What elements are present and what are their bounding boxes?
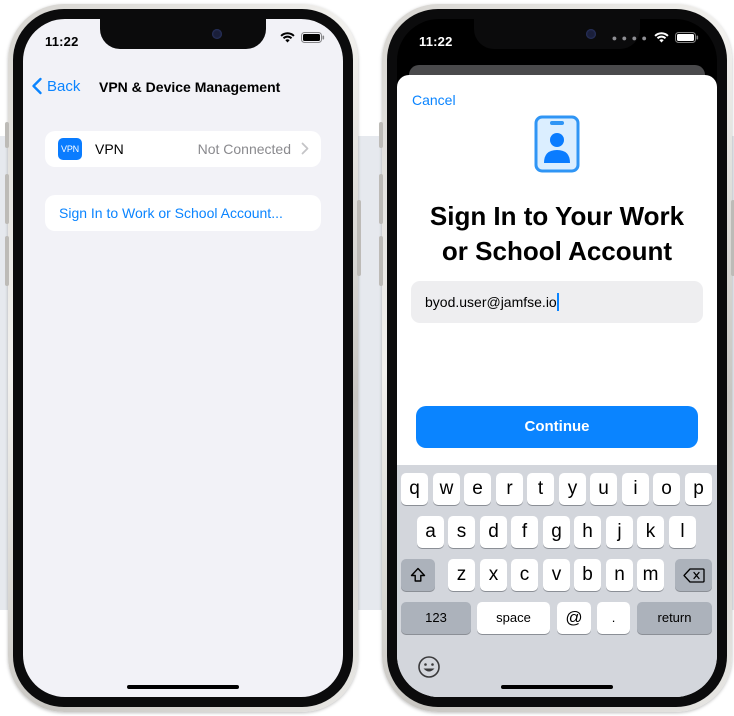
key-u[interactable]: u	[590, 473, 617, 505]
chevron-left-icon	[32, 77, 42, 95]
key-m[interactable]: m	[637, 559, 664, 591]
key-d[interactable]: d	[480, 516, 507, 548]
sheet-title: Sign In to Your Work or School Account	[397, 199, 717, 269]
key-f[interactable]: f	[511, 516, 538, 548]
key-l[interactable]: l	[669, 516, 696, 548]
page-title: VPN & Device Management	[99, 79, 281, 95]
mute-switch	[5, 122, 9, 148]
title-line-2: or School Account	[441, 236, 673, 266]
text-caret	[557, 293, 559, 311]
signin-row[interactable]: Sign In to Work or School Account...	[45, 195, 321, 231]
key-p[interactable]: p	[685, 473, 712, 505]
power-button	[357, 200, 361, 276]
title-line-1: Sign In to Your Work	[429, 201, 685, 231]
notch	[100, 19, 266, 49]
key-b[interactable]: b	[574, 559, 601, 591]
key-k[interactable]: k	[637, 516, 664, 548]
wifi-icon	[654, 32, 669, 43]
vpn-status: Not Connected	[197, 141, 291, 157]
navigation-bar: Back VPN & Device Management	[23, 73, 343, 103]
right-phone-frame: 11:22 ● ● ● ● Cancel Sign In to Your Wor…	[379, 4, 734, 712]
vpn-icon: VPN	[58, 138, 82, 160]
signal-dots-icon: ● ● ● ●	[611, 32, 648, 43]
key-n[interactable]: n	[606, 559, 633, 591]
volume-up-button	[5, 174, 9, 224]
key-g[interactable]: g	[543, 516, 570, 548]
return-key[interactable]: return	[637, 602, 712, 634]
key-c[interactable]: c	[511, 559, 538, 591]
back-button[interactable]: Back	[31, 77, 80, 95]
key-w[interactable]: w	[433, 473, 460, 505]
status-icons	[280, 32, 325, 43]
status-time: 11:22	[419, 34, 453, 49]
id-badge-icon	[534, 115, 580, 173]
left-phone-frame: 11:22 Back VPN & Device Management VPN V…	[5, 4, 361, 712]
key-e[interactable]: e	[464, 473, 491, 505]
key-s[interactable]: s	[448, 516, 475, 548]
key-i[interactable]: i	[622, 473, 649, 505]
email-field[interactable]: byod.user@jamfse.io	[411, 281, 703, 323]
numbers-key[interactable]: 123	[401, 602, 471, 634]
shift-key[interactable]	[401, 559, 435, 591]
space-key[interactable]: space	[477, 602, 550, 634]
vpn-label: VPN	[95, 141, 124, 157]
home-indicator[interactable]	[127, 685, 239, 689]
status-time: 11:22	[45, 34, 79, 49]
delete-icon	[682, 568, 705, 583]
vpn-row[interactable]: VPN VPN Not Connected	[45, 131, 321, 167]
key-x[interactable]: x	[480, 559, 507, 591]
key-v[interactable]: v	[543, 559, 570, 591]
camera-icon	[586, 29, 596, 39]
home-indicator[interactable]	[501, 685, 613, 689]
shift-icon	[410, 567, 426, 582]
delete-key[interactable]	[675, 559, 712, 591]
battery-icon	[675, 32, 699, 43]
key-y[interactable]: y	[559, 473, 586, 505]
volume-up-button	[379, 174, 383, 224]
signin-link[interactable]: Sign In to Work or School Account...	[59, 205, 283, 221]
settings-screen: 11:22 Back VPN & Device Management VPN V…	[23, 19, 343, 697]
signin-sheet: Cancel Sign In to Your Work or School Ac…	[397, 75, 717, 697]
battery-icon	[301, 32, 325, 43]
emoji-icon[interactable]	[417, 655, 441, 679]
camera-icon	[212, 29, 222, 39]
key-t[interactable]: t	[527, 473, 554, 505]
key-r[interactable]: r	[496, 473, 523, 505]
status-icons: ● ● ● ●	[612, 32, 699, 43]
volume-down-button	[379, 236, 383, 286]
cancel-button[interactable]: Cancel	[412, 92, 456, 108]
dot-key[interactable]: .	[597, 602, 630, 634]
back-label: Back	[47, 77, 81, 95]
key-j[interactable]: j	[606, 516, 633, 548]
at-key[interactable]: @	[557, 602, 591, 634]
key-h[interactable]: h	[574, 516, 601, 548]
email-value: byod.user@jamfse.io	[425, 294, 557, 310]
signin-screen: 11:22 ● ● ● ● Cancel Sign In to Your Wor…	[397, 19, 717, 697]
continue-button[interactable]: Continue	[416, 406, 698, 448]
mute-switch	[379, 122, 383, 148]
key-o[interactable]: o	[653, 473, 680, 505]
keyboard: q w e r t y u i o p a s d f g h j k l z …	[397, 465, 717, 697]
key-z[interactable]: z	[448, 559, 475, 591]
volume-down-button	[5, 236, 9, 286]
key-q[interactable]: q	[401, 473, 428, 505]
chevron-right-icon	[301, 142, 309, 155]
wifi-icon	[280, 32, 295, 43]
key-a[interactable]: a	[417, 516, 444, 548]
